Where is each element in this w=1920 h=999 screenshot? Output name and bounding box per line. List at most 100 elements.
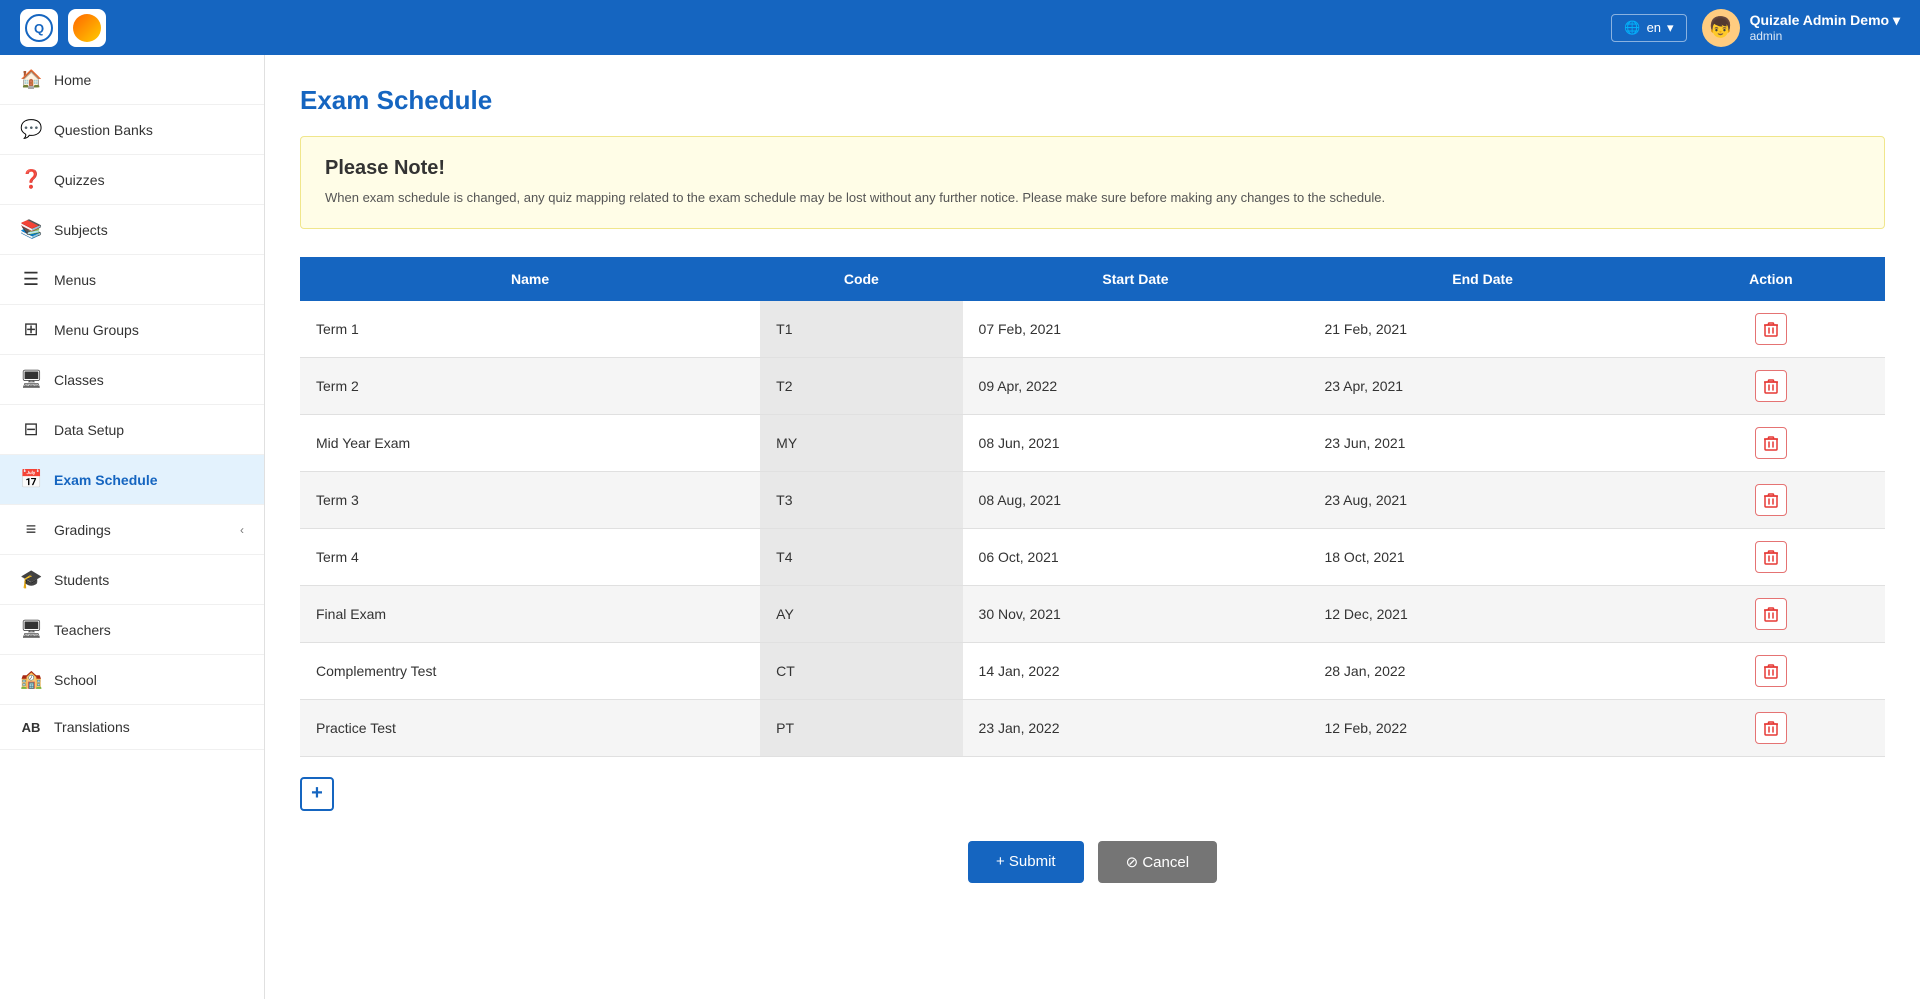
table-row: Term 4T406 Oct, 202118 Oct, 2021: [300, 528, 1885, 585]
sidebar-item-quizzes[interactable]: ❓ Quizzes: [0, 155, 264, 205]
sidebar-item-exam-schedule[interactable]: 📅 Exam Schedule: [0, 455, 264, 505]
classes-icon: 🖥: [20, 369, 42, 390]
sidebar-item-label: Menus: [54, 272, 96, 288]
delete-button[interactable]: [1755, 712, 1787, 744]
cell-end-date: 28 Jan, 2022: [1308, 642, 1656, 699]
sidebar-item-label: Subjects: [54, 222, 108, 238]
data-setup-icon: ⊟: [20, 419, 42, 440]
sidebar-item-translations[interactable]: AB Translations: [0, 705, 264, 750]
cell-action: [1657, 642, 1885, 699]
sidebar-item-label: Classes: [54, 372, 104, 388]
cell-name: Term 2: [300, 357, 760, 414]
home-icon: 🏠: [20, 69, 42, 90]
delete-button[interactable]: [1755, 655, 1787, 687]
sidebar-item-label: Home: [54, 72, 91, 88]
cell-start-date: 08 Jun, 2021: [963, 414, 1309, 471]
cell-code: T2: [760, 357, 962, 414]
lang-label: en: [1647, 20, 1661, 35]
sidebar-item-school[interactable]: 🏫 School: [0, 655, 264, 705]
menus-icon: ☰: [20, 269, 42, 290]
table-row: Final ExamAY30 Nov, 202112 Dec, 2021: [300, 585, 1885, 642]
sidebar-item-label: Gradings: [54, 522, 111, 538]
table-row: Term 3T308 Aug, 202123 Aug, 2021: [300, 471, 1885, 528]
cell-action: [1657, 301, 1885, 358]
sidebar-item-home[interactable]: 🏠 Home: [0, 55, 264, 105]
globe-icon: 🌐: [1624, 20, 1640, 36]
language-selector[interactable]: 🌐 en ▾: [1611, 14, 1686, 42]
cell-action: [1657, 585, 1885, 642]
cell-start-date: 08 Aug, 2021: [963, 471, 1309, 528]
cell-start-date: 14 Jan, 2022: [963, 642, 1309, 699]
cell-start-date: 23 Jan, 2022: [963, 699, 1309, 756]
table-row: Term 2T209 Apr, 202223 Apr, 2021: [300, 357, 1885, 414]
delete-button[interactable]: [1755, 427, 1787, 459]
cell-start-date: 09 Apr, 2022: [963, 357, 1309, 414]
sidebar-item-label: Quizzes: [54, 172, 105, 188]
delete-button[interactable]: [1755, 370, 1787, 402]
translations-icon: AB: [20, 720, 42, 735]
sidebar-item-students[interactable]: 🎓 Students: [0, 555, 264, 605]
cell-end-date: 23 Apr, 2021: [1308, 357, 1656, 414]
delete-button[interactable]: [1755, 541, 1787, 573]
question-banks-icon: 💬: [20, 119, 42, 140]
sidebar-item-subjects[interactable]: 📚 Subjects: [0, 205, 264, 255]
delete-button[interactable]: [1755, 313, 1787, 345]
logo-brand: [68, 9, 106, 47]
chevron-left-icon: ‹: [240, 523, 244, 537]
delete-button[interactable]: [1755, 484, 1787, 516]
user-info[interactable]: 👦 Quizale Admin Demo ▾ admin: [1702, 9, 1900, 47]
cell-action: [1657, 528, 1885, 585]
sidebar-item-menu-groups[interactable]: ⊞ Menu Groups: [0, 305, 264, 355]
table-row: Mid Year ExamMY08 Jun, 202123 Jun, 2021: [300, 414, 1885, 471]
user-role: admin: [1750, 29, 1900, 43]
cell-name: Final Exam: [300, 585, 760, 642]
cell-start-date: 30 Nov, 2021: [963, 585, 1309, 642]
sidebar-item-label: Students: [54, 572, 109, 588]
cell-code: PT: [760, 699, 962, 756]
col-action: Action: [1657, 257, 1885, 301]
main-content: Exam Schedule Please Note! When exam sch…: [265, 55, 1920, 999]
sidebar-item-question-banks[interactable]: 💬 Question Banks: [0, 105, 264, 155]
sidebar-item-menus[interactable]: ☰ Menus: [0, 255, 264, 305]
svg-text:Q: Q: [34, 21, 44, 36]
gradings-icon: ≡: [20, 519, 42, 540]
sidebar-item-data-setup[interactable]: ⊟ Data Setup: [0, 405, 264, 455]
sidebar-item-teachers[interactable]: 🖥 Teachers: [0, 605, 264, 655]
col-start-date: Start Date: [963, 257, 1309, 301]
col-end-date: End Date: [1308, 257, 1656, 301]
cell-end-date: 21 Feb, 2021: [1308, 301, 1656, 358]
cell-name: Term 1: [300, 301, 760, 358]
form-actions: + Submit ⊘ Cancel: [300, 841, 1885, 883]
layout: 🏠 Home 💬 Question Banks ❓ Quizzes 📚 Subj…: [0, 55, 1920, 999]
table-header-row: Name Code Start Date End Date Action: [300, 257, 1885, 301]
notice-box: Please Note! When exam schedule is chang…: [300, 136, 1885, 229]
cancel-button[interactable]: ⊘ Cancel: [1098, 841, 1217, 883]
cell-code: T3: [760, 471, 962, 528]
user-name: Quizale Admin Demo ▾: [1750, 12, 1900, 29]
cell-code: T1: [760, 301, 962, 358]
subjects-icon: 📚: [20, 219, 42, 240]
plus-icon: +: [311, 782, 323, 805]
header-right: 🌐 en ▾ 👦 Quizale Admin Demo ▾ admin: [1611, 9, 1900, 47]
sidebar-item-label: School: [54, 672, 97, 688]
cell-end-date: 23 Jun, 2021: [1308, 414, 1656, 471]
sidebar-item-label: Menu Groups: [54, 322, 139, 338]
sidebar-item-classes[interactable]: 🖥 Classes: [0, 355, 264, 405]
cell-action: [1657, 414, 1885, 471]
add-row-button[interactable]: +: [300, 777, 334, 811]
table-row: Complementry TestCT14 Jan, 202228 Jan, 2…: [300, 642, 1885, 699]
cell-name: Mid Year Exam: [300, 414, 760, 471]
submit-button[interactable]: + Submit: [968, 841, 1084, 883]
sidebar-item-gradings[interactable]: ≡ Gradings ‹: [0, 505, 264, 555]
table-row: Term 1T107 Feb, 202121 Feb, 2021: [300, 301, 1885, 358]
delete-button[interactable]: [1755, 598, 1787, 630]
exam-schedule-icon: 📅: [20, 469, 42, 490]
sidebar-item-label: Teachers: [54, 622, 111, 638]
chevron-down-icon: ▾: [1667, 20, 1674, 36]
user-text: Quizale Admin Demo ▾ admin: [1750, 12, 1900, 43]
cell-start-date: 06 Oct, 2021: [963, 528, 1309, 585]
header-logos: Q: [20, 9, 106, 47]
cell-name: Complementry Test: [300, 642, 760, 699]
notice-title: Please Note!: [325, 157, 1860, 180]
cell-end-date: 18 Oct, 2021: [1308, 528, 1656, 585]
